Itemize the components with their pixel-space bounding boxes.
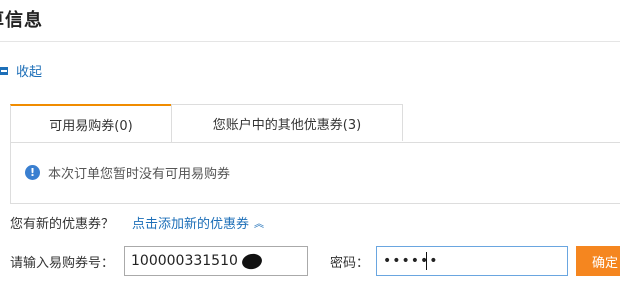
text-caret: [426, 252, 427, 270]
coupon-panel: ! 本次订单您暂时没有可用易购券: [10, 142, 620, 204]
add-coupon-link[interactable]: 点击添加新的优惠券: [132, 213, 249, 232]
coupon-code-label: 请输入易购券号：: [10, 255, 115, 271]
password-input[interactable]: [376, 246, 568, 276]
coupon-code-row: 请输入易购券号：: [10, 246, 114, 276]
exclamation-circle-icon: !: [25, 165, 40, 180]
divider: [0, 41, 620, 42]
collapse-label: 收起: [16, 65, 43, 80]
new-coupon-row: 您有新的优惠券？ 点击添加新的优惠券 ︽: [10, 213, 264, 232]
chevron-up-double-icon[interactable]: ︽: [254, 215, 264, 230]
coupon-tabs: 可用易购券(0) 您账户中的其他优惠券(3): [10, 104, 620, 143]
empty-message-text: 本次订单您暂时没有可用易购券: [48, 167, 231, 182]
new-coupon-question: 您有新的优惠券？: [10, 217, 115, 232]
tab-other-coupons[interactable]: 您账户中的其他优惠券(3): [171, 104, 403, 141]
page-title: 算信息: [0, 10, 43, 31]
confirm-button[interactable]: 确定: [576, 246, 620, 276]
password-label: 密码：: [330, 256, 370, 271]
collapse-toggle[interactable]: 收起: [0, 61, 42, 80]
coupon-code-input[interactable]: [124, 246, 308, 276]
empty-message: ! 本次订单您暂时没有可用易购券: [25, 163, 230, 182]
minus-square-icon: [0, 66, 8, 75]
tab-available-coupons[interactable]: 可用易购券(0): [10, 104, 172, 143]
